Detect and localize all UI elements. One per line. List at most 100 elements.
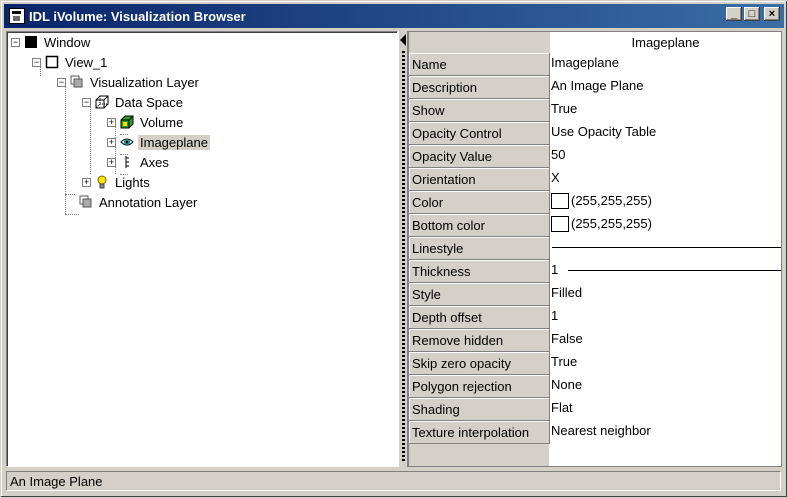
property-name-column-filler <box>409 444 549 466</box>
property-row[interactable]: Polygon rejection None <box>409 375 781 398</box>
tree-item-label: Lights <box>115 175 150 190</box>
property-name: Color <box>409 191 550 214</box>
tree-expander-window[interactable]: − <box>11 38 20 47</box>
color-swatch[interactable] <box>551 193 569 209</box>
property-value[interactable] <box>550 237 781 260</box>
visualization-tree[interactable]: − Window − View_1− Visualization Layer − Data … <box>6 31 398 467</box>
property-row[interactable]: Linestyle <box>409 237 781 260</box>
property-row[interactable]: Bottom color (255,255,255) <box>409 214 781 237</box>
property-value[interactable]: An Image Plane <box>550 76 781 99</box>
line-sample <box>552 247 781 248</box>
tree-item-axes[interactable]: Axes <box>120 154 171 172</box>
tree-item-view-1[interactable]: View_1 <box>45 54 109 72</box>
property-value[interactable]: (255,255,255) <box>550 214 781 237</box>
black-square-icon <box>24 35 38 49</box>
minimize-icon: _ <box>730 8 738 20</box>
volume-icon <box>120 115 134 129</box>
property-row[interactable]: Remove hidden False <box>409 329 781 352</box>
property-value[interactable]: Use Opacity Table <box>550 122 781 145</box>
tree-expander-volume[interactable]: + <box>107 118 116 127</box>
property-value-text: (255,255,255) <box>571 216 652 231</box>
property-value[interactable]: True <box>550 99 781 122</box>
minimize-button[interactable]: _ <box>726 7 742 21</box>
tree-expander-data-space[interactable]: − <box>82 98 91 107</box>
property-value-text: True <box>551 354 578 369</box>
property-name: Opacity Control <box>409 122 550 145</box>
collapse-arrow-icon[interactable] <box>400 34 406 46</box>
property-value[interactable]: X <box>550 168 781 191</box>
property-row[interactable]: Shading Flat <box>409 398 781 421</box>
property-row[interactable]: Depth offset 1 <box>409 306 781 329</box>
property-row[interactable]: Style Filled <box>409 283 781 306</box>
property-row[interactable]: Color (255,255,255) <box>409 191 781 214</box>
cube-icon <box>95 95 109 109</box>
title-bar[interactable]: IDL iVolume: Visualization Browser _ □ × <box>4 4 784 28</box>
property-row[interactable]: Name Imageplane <box>409 53 781 76</box>
property-value[interactable]: True <box>550 352 781 375</box>
property-value[interactable]: Filled <box>550 283 781 306</box>
property-value-text: False <box>551 331 583 346</box>
property-name: Thickness <box>409 260 550 283</box>
lightbulb-icon <box>95 175 109 189</box>
property-row[interactable]: Show True <box>409 99 781 122</box>
property-value-text: 1 <box>551 262 559 277</box>
tree-expander-axes[interactable]: + <box>107 158 116 167</box>
tree-item-label: Visualization Layer <box>90 75 199 90</box>
property-name-header <box>409 32 549 53</box>
tree-item-label: Axes <box>140 155 169 170</box>
property-name: Shading <box>409 398 550 421</box>
property-header: Imageplane <box>409 32 781 53</box>
property-value[interactable]: False <box>550 329 781 352</box>
property-row[interactable]: Opacity Control Use Opacity Table <box>409 122 781 145</box>
property-row[interactable]: Thickness 1 <box>409 260 781 283</box>
property-column-header: Imageplane <box>549 32 781 53</box>
layer-icon <box>70 75 84 89</box>
property-row[interactable]: Skip zero opacity True <box>409 352 781 375</box>
maximize-icon: □ <box>748 8 756 20</box>
property-value-text: An Image Plane <box>551 78 644 93</box>
property-value[interactable]: None <box>550 375 781 398</box>
tree-item-label: Window <box>44 35 91 50</box>
tree-expander-imageplane[interactable]: + <box>107 138 116 147</box>
splitter-grip[interactable] <box>402 51 405 463</box>
property-value[interactable]: Imageplane <box>550 53 781 76</box>
property-row[interactable]: Orientation X <box>409 168 781 191</box>
tree-expander-visualization-layer[interactable]: − <box>57 78 66 87</box>
tree-item-window[interactable]: Window <box>24 34 92 52</box>
tree-item-lights[interactable]: Lights <box>95 174 152 192</box>
tree-item-label: View_1 <box>65 55 108 70</box>
maximize-button[interactable]: □ <box>744 7 760 21</box>
property-value[interactable]: Flat <box>550 398 781 421</box>
status-bar: An Image Plane <box>6 471 781 491</box>
tree-item-label: Volume <box>140 115 184 130</box>
property-sheet[interactable]: Imageplane Name Imageplane Description An I… <box>408 31 782 467</box>
window-title: IDL iVolume: Visualization Browser <box>29 8 246 24</box>
property-row[interactable]: Description An Image Plane <box>409 76 781 99</box>
property-value[interactable]: 50 <box>550 145 781 168</box>
color-swatch[interactable] <box>551 216 569 232</box>
tree-item-data-space[interactable]: Data Space <box>95 94 185 112</box>
tree-item-annotation-layer[interactable]: Annotation Layer <box>79 194 199 212</box>
property-value-text: Use Opacity Table <box>551 124 657 139</box>
property-value-text: None <box>551 377 583 392</box>
property-value[interactable]: Nearest neighbor <box>550 421 781 444</box>
property-value-text: Filled <box>551 285 583 300</box>
tree-item-imageplane[interactable]: Imageplane <box>120 134 210 152</box>
property-value[interactable]: 1 <box>550 306 781 329</box>
property-value[interactable]: (255,255,255) <box>550 191 781 214</box>
property-row[interactable]: Texture interpolation Nearest neighbor <box>409 421 781 444</box>
close-icon: × <box>768 8 776 20</box>
visualization-browser-window: IDL iVolume: Visualization Browser _ □ ×… <box>0 0 788 498</box>
eye-icon <box>120 135 134 149</box>
tree-item-volume[interactable]: Volume <box>120 114 185 132</box>
close-button[interactable]: × <box>764 7 780 21</box>
property-name: Polygon rejection <box>409 375 550 398</box>
property-value[interactable]: 1 <box>550 260 781 283</box>
tree-expander-lights[interactable]: + <box>82 178 91 187</box>
tree-item-visualization-layer[interactable]: Visualization Layer <box>70 74 201 92</box>
pane-splitter[interactable] <box>398 31 408 467</box>
property-name: Bottom color <box>409 214 550 237</box>
property-row[interactable]: Opacity Value 50 <box>409 145 781 168</box>
property-value-text: Imageplane <box>551 55 619 70</box>
tree-expander-view-1[interactable]: − <box>32 58 41 67</box>
